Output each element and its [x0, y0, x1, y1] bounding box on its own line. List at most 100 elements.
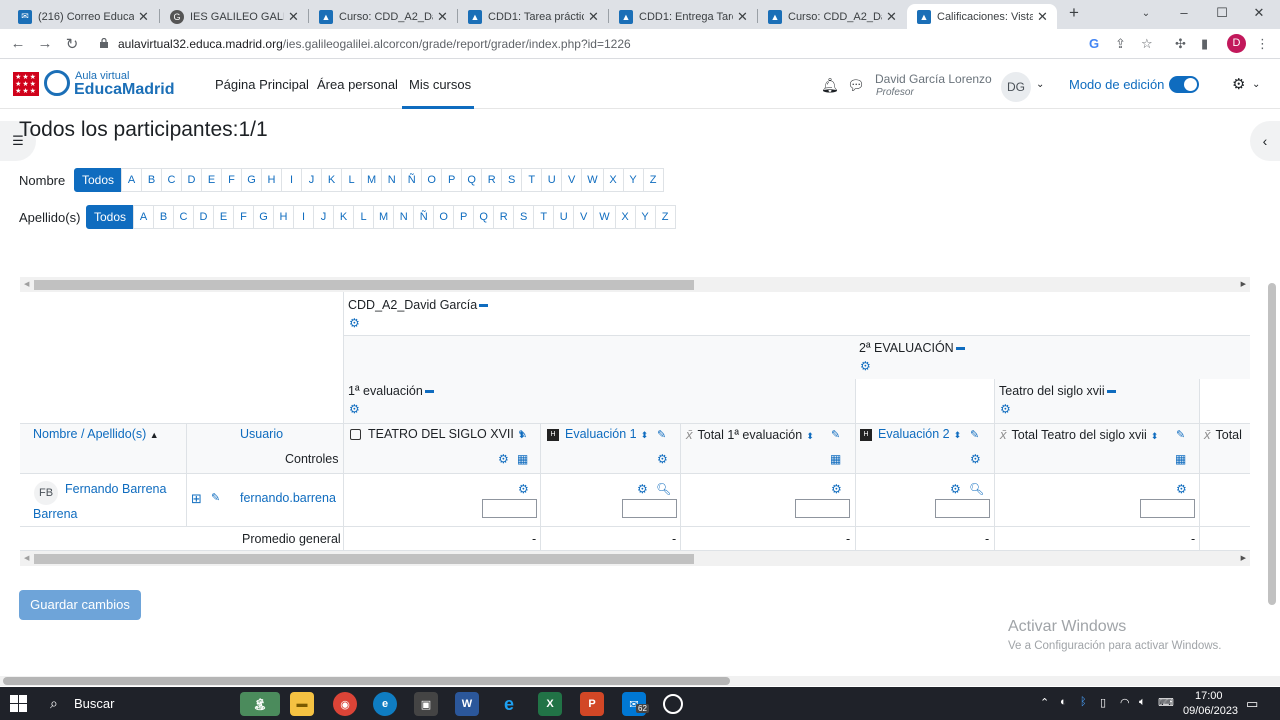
last-initial-letter[interactable]: A: [133, 205, 155, 229]
clock-date[interactable]: 09/06/2023: [1183, 705, 1238, 717]
first-initial-letter[interactable]: U: [541, 168, 563, 192]
browser-tab[interactable]: G IES GALILEO GALILEI ✕: [160, 4, 308, 29]
edit-mode-toggle[interactable]: [1169, 76, 1199, 93]
last-initial-letter[interactable]: I: [293, 205, 315, 229]
first-initial-letter[interactable]: E: [201, 168, 223, 192]
gear-icon[interactable]: ⚙︎: [349, 402, 360, 416]
gear-icon[interactable]: ⚙︎: [657, 452, 668, 466]
sort-by-lastname[interactable]: Apellido(s): [87, 427, 146, 441]
page-vertical-scrollbar[interactable]: [1268, 283, 1276, 605]
gear-icon[interactable]: ⚙︎: [1176, 482, 1187, 496]
file-explorer-icon[interactable]: ▬: [290, 692, 314, 716]
sort-arrows-icon[interactable]: ⬍: [641, 430, 649, 440]
grade-item-label[interactable]: Evaluación 2: [878, 427, 950, 441]
pencil-icon[interactable]: ✎: [831, 428, 840, 441]
gear-icon[interactable]: ⚙︎: [831, 482, 842, 496]
edge-icon[interactable]: e: [373, 692, 397, 716]
first-initial-letter[interactable]: D: [181, 168, 203, 192]
search-icon[interactable]: ⌕: [50, 695, 58, 712]
first-initial-letter[interactable]: M: [361, 168, 383, 192]
first-initial-letter[interactable]: Z: [642, 168, 664, 192]
clock-time[interactable]: 17:00: [1195, 690, 1223, 702]
grade-item-label[interactable]: TEATRO DEL SIGLO XVII: [368, 427, 514, 441]
last-initial-letter[interactable]: U: [553, 205, 575, 229]
bluetooth-icon[interactable]: ᛒ: [1080, 696, 1087, 708]
powerpoint-icon[interactable]: P: [580, 692, 604, 716]
first-initial-letter[interactable]: L: [341, 168, 363, 192]
nav-home[interactable]: Página Principal: [215, 77, 309, 92]
chevron-down-icon[interactable]: ⌄: [1036, 79, 1044, 90]
reload-icon[interactable]: ↻: [63, 35, 81, 53]
chat-icon[interactable]: 💬︎: [847, 77, 865, 94]
browser-tab[interactable]: ▲ CDD1: Entrega Tarea ✕: [609, 4, 757, 29]
browser-tab[interactable]: ▲ Curso: CDD_A2_David García ✕: [309, 4, 457, 29]
gear-icon[interactable]: ⚙︎: [950, 482, 961, 496]
gear-icon[interactable]: ⚙︎: [970, 452, 981, 466]
grade-item-label[interactable]: Evaluación 1: [565, 427, 637, 441]
nav-dashboard[interactable]: Área personal: [317, 77, 398, 92]
last-initial-letter[interactable]: K: [333, 205, 355, 229]
star-icon[interactable]: ☆: [1141, 36, 1153, 52]
last-initial-letter[interactable]: G: [253, 205, 275, 229]
blocks-drawer-toggle[interactable]: ‹: [1250, 121, 1280, 161]
grade-input[interactable]: [935, 499, 990, 518]
first-initial-letter[interactable]: O: [421, 168, 443, 192]
last-initial-letter[interactable]: F: [233, 205, 255, 229]
gear-icon[interactable]: ⚙︎: [1232, 75, 1245, 93]
first-initial-letter[interactable]: S: [501, 168, 523, 192]
language-icon[interactable]: ⌨: [1158, 696, 1174, 709]
bell-icon[interactable]: 🔔︎: [821, 77, 839, 94]
gear-icon[interactable]: ⚙︎: [1000, 402, 1011, 416]
last-initial-all[interactable]: Todos: [86, 205, 135, 229]
google-icon[interactable]: G: [1089, 36, 1099, 51]
word-icon[interactable]: W: [455, 692, 479, 716]
url-field[interactable]: aulavirtual32.educa.madrid.org/ies.galil…: [118, 37, 631, 51]
new-tab-icon[interactable]: +: [1063, 3, 1085, 23]
student-lastname-link[interactable]: Barrena: [33, 507, 77, 521]
pencil-icon[interactable]: ✎: [657, 428, 666, 441]
avatar[interactable]: DG: [1001, 72, 1031, 102]
user-name[interactable]: David García Lorenzo: [875, 72, 992, 86]
battery-icon[interactable]: ▯: [1100, 696, 1106, 709]
pencil-icon[interactable]: ✎: [1176, 428, 1185, 441]
grade-item-label[interactable]: Total: [1216, 428, 1242, 442]
excel-icon[interactable]: X: [538, 692, 562, 716]
last-initial-letter[interactable]: M: [373, 205, 395, 229]
first-initial-letter[interactable]: A: [121, 168, 143, 192]
first-initial-letter[interactable]: T: [521, 168, 543, 192]
gear-icon[interactable]: ⚙︎: [860, 359, 871, 373]
first-initial-letter[interactable]: V: [561, 168, 583, 192]
collapse-icon[interactable]: [1106, 390, 1116, 394]
sort-arrows-icon[interactable]: ⬍: [1151, 431, 1159, 441]
collapse-icon[interactable]: [479, 304, 489, 308]
sidepanel-icon[interactable]: ▮: [1201, 36, 1208, 52]
internet-explorer-icon[interactable]: e: [497, 692, 521, 716]
sort-arrows-icon[interactable]: ⬍: [806, 431, 814, 441]
first-initial-letter[interactable]: Q: [461, 168, 483, 192]
grade-item-label[interactable]: Total 1ª evaluación: [698, 428, 803, 442]
last-initial-letter[interactable]: X: [614, 205, 636, 229]
gear-icon[interactable]: ⚙︎: [518, 482, 529, 496]
pencil-icon[interactable]: ✎: [518, 428, 527, 441]
sort-by-username[interactable]: Usuario: [240, 427, 283, 441]
close-window-icon[interactable]: ✕: [1248, 5, 1270, 21]
first-initial-letter[interactable]: H: [261, 168, 283, 192]
close-icon[interactable]: ✕: [588, 9, 602, 25]
last-initial-letter[interactable]: D: [193, 205, 215, 229]
windows-start-icon[interactable]: [10, 695, 27, 712]
chevron-down-icon[interactable]: ⌄: [1252, 79, 1260, 90]
close-icon[interactable]: ✕: [737, 9, 751, 25]
collapse-icon[interactable]: [955, 347, 965, 351]
chevron-up-icon[interactable]: ⌃: [1040, 696, 1049, 709]
close-icon[interactable]: ✕: [288, 9, 302, 25]
zoom-icon[interactable]: 🔍︎: [656, 482, 671, 496]
last-initial-letter[interactable]: Ñ: [413, 205, 435, 229]
volume-icon[interactable]: 🔈︎: [1139, 696, 1146, 709]
first-initial-letter[interactable]: X: [602, 168, 624, 192]
last-initial-letter[interactable]: V: [573, 205, 595, 229]
page-horizontal-scrollbar[interactable]: [0, 676, 1280, 686]
first-initial-letter[interactable]: Ñ: [401, 168, 423, 192]
last-initial-letter[interactable]: B: [153, 205, 175, 229]
collapse-icon[interactable]: [424, 390, 434, 394]
calculator-icon[interactable]: ▦: [1175, 452, 1186, 466]
